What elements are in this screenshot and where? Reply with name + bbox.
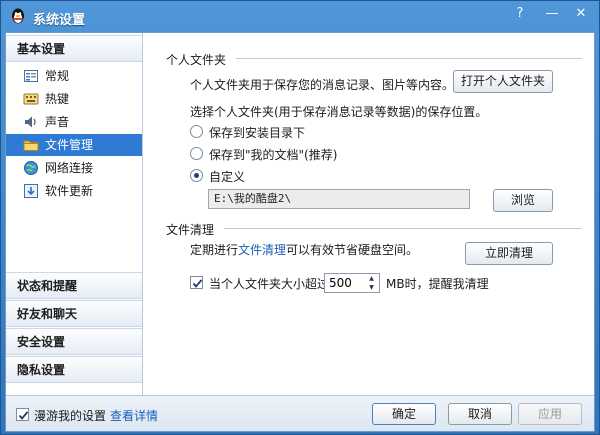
size-threshold-label[interactable]: 当个人文件夹大小超过	[209, 275, 329, 292]
apply-button[interactable]: 应用	[518, 403, 582, 425]
title-bar[interactable]: 系统设置 ? — ✕	[1, 1, 599, 32]
sidebar-item-sound[interactable]: 声音	[6, 111, 142, 133]
general-icon	[24, 70, 38, 82]
file-cleanup-title: 文件清理	[166, 223, 215, 237]
group-friends-chat[interactable]: 好友和聊天	[6, 300, 142, 327]
minimize-button[interactable]: —	[541, 5, 563, 23]
radio-custom[interactable]	[190, 169, 203, 182]
group-basic-settings[interactable]: 基本设置	[6, 35, 142, 62]
footer-bar: 漫游我的设置 查看详情 确定 取消 应用	[6, 395, 594, 431]
sidebar-item-label: 声音	[45, 115, 70, 129]
radio-my-documents[interactable]	[190, 147, 203, 160]
sidebar: 基本设置 常规 热键 声音 文件管理 网络连接 软件更新 状态和提醒 好友和聊天…	[6, 33, 143, 395]
sound-icon	[25, 116, 36, 128]
network-icon	[24, 161, 38, 175]
cancel-button[interactable]: 取消	[448, 403, 512, 425]
sidebar-item-label: 网络连接	[45, 161, 94, 175]
browse-button[interactable]: 浏览	[493, 189, 553, 212]
open-personal-folder-button[interactable]: 打开个人文件夹	[453, 70, 553, 93]
sidebar-item-label: 热键	[45, 92, 70, 106]
folder-icon	[23, 140, 39, 151]
radio-install-dir-label[interactable]: 保存到安装目录下	[209, 124, 305, 141]
sidebar-item-label: 软件更新	[45, 184, 94, 198]
personal-folder-title: 个人文件夹	[166, 53, 227, 67]
sidebar-item-hotkey[interactable]: 热键	[6, 88, 142, 110]
size-threshold-stepper[interactable]: ▲ ▼	[324, 273, 380, 293]
ok-button[interactable]: 确定	[372, 403, 436, 425]
update-icon	[24, 184, 38, 198]
radio-custom-label[interactable]: 自定义	[209, 168, 245, 185]
sidebar-item-label: 文件管理	[45, 138, 94, 152]
roaming-settings-label[interactable]: 漫游我的设置	[34, 407, 106, 424]
view-details-link[interactable]: 查看详情	[110, 407, 158, 424]
cleanup-desc: 定期进行文件清理可以有效节省硬盘空间。	[190, 243, 419, 257]
stepper-up-icon[interactable]: ▲	[364, 274, 379, 283]
folder-location-text: 选择个人文件夹(用于保存消息记录等数据)的保存位置。	[190, 105, 488, 119]
settings-body: 基本设置 常规 热键 声音 文件管理 网络连接 软件更新 状态和提醒 好友和聊天…	[5, 32, 595, 432]
hotkey-icon	[23, 93, 39, 105]
sidebar-item-general[interactable]: 常规	[6, 65, 142, 87]
size-threshold-input[interactable]	[325, 274, 363, 292]
group-privacy[interactable]: 隐私设置	[6, 356, 142, 383]
file-cleanup-link[interactable]: 文件清理	[238, 243, 286, 257]
check-icon	[192, 279, 203, 288]
radio-my-documents-label[interactable]: 保存到"我的文档"(推荐)	[209, 146, 337, 163]
group-status-reminder[interactable]: 状态和提醒	[6, 272, 142, 299]
sidebar-item-update[interactable]: 软件更新	[6, 180, 142, 202]
window-title: 系统设置	[33, 13, 86, 28]
settings-window: 系统设置 ? — ✕ 基本设置 常规 热键 声音 文件管理 网络连接 软件更新 …	[0, 0, 600, 435]
stepper-down-icon[interactable]: ▼	[364, 283, 379, 292]
sidebar-item-label: 常规	[45, 69, 70, 83]
close-button[interactable]: ✕	[570, 5, 592, 23]
section-divider	[224, 228, 582, 229]
group-security[interactable]: 安全设置	[6, 328, 142, 355]
size-threshold-suffix: MB时，提醒我清理	[386, 277, 489, 291]
file-management-panel: 个人文件夹 个人文件夹用于保存您的消息记录、图片等内容。 打开个人文件夹 选择个…	[144, 33, 594, 395]
size-threshold-checkbox[interactable]	[190, 276, 203, 289]
custom-path-field[interactable]: E:\我的酷盘2\	[208, 189, 470, 209]
help-button[interactable]: ?	[509, 5, 531, 23]
section-divider	[236, 58, 582, 59]
personal-folder-desc: 个人文件夹用于保存您的消息记录、图片等内容。	[190, 78, 455, 92]
check-icon	[18, 411, 29, 420]
roaming-settings-checkbox[interactable]	[16, 408, 29, 421]
clean-now-button[interactable]: 立即清理	[465, 242, 553, 265]
sidebar-item-file-management[interactable]: 文件管理	[6, 134, 142, 156]
sidebar-item-network[interactable]: 网络连接	[6, 157, 142, 179]
radio-install-dir[interactable]	[190, 125, 203, 138]
qq-penguin-icon	[12, 8, 24, 24]
